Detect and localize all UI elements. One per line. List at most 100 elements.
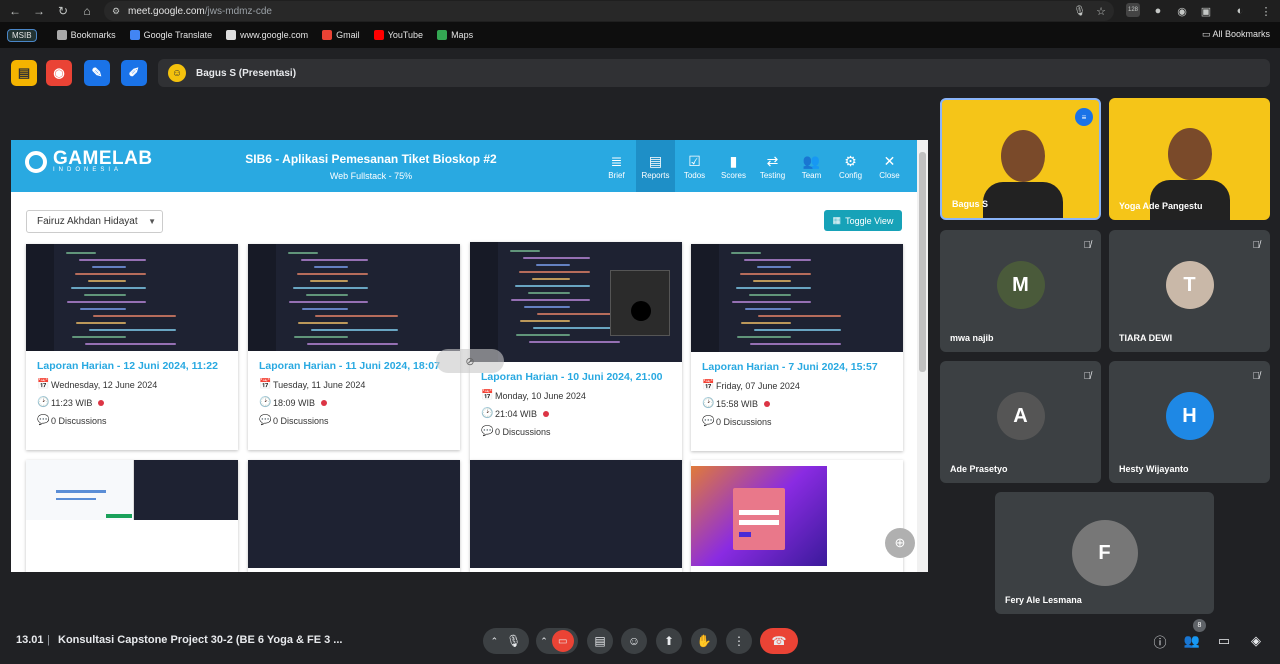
extension-icon[interactable]: ● bbox=[1150, 3, 1166, 19]
record-icon[interactable]: ◉ bbox=[46, 60, 72, 86]
menu-item-todos[interactable]: ☑ Todos bbox=[675, 140, 714, 192]
menu-item-testing[interactable]: ⇄ Testing bbox=[753, 140, 792, 192]
report-card[interactable]: Laporan Harian - 10 Juni 2024, 21:00 📅 Mon… bbox=[470, 242, 682, 461]
zoom-button[interactable]: ⊕ bbox=[885, 528, 915, 558]
reports-icon: ▤ bbox=[648, 152, 663, 169]
profile-chip[interactable]: MSIB bbox=[7, 28, 37, 42]
addon-whiteboard-icon[interactable]: ✐ bbox=[121, 60, 147, 86]
participant-tile[interactable]: ≡ Bagus S bbox=[940, 98, 1101, 220]
hang-up-icon: ☎ bbox=[771, 634, 787, 648]
report-card[interactable] bbox=[26, 460, 238, 572]
bookmark-label: Gmail bbox=[336, 30, 360, 40]
status-dot bbox=[98, 399, 105, 406]
extension-badge[interactable]: 128 bbox=[1126, 3, 1140, 17]
menu-item-team[interactable]: 👥 Team bbox=[792, 140, 831, 192]
site-info-icon[interactable]: ⚙ bbox=[112, 6, 120, 17]
pin-overlay[interactable]: ⊘ bbox=[436, 349, 504, 373]
toggle-view-button[interactable]: ▦ Toggle View bbox=[824, 210, 902, 231]
addon-forms-icon[interactable]: ✎ bbox=[84, 60, 110, 86]
back-icon[interactable]: ← bbox=[6, 2, 24, 20]
report-card[interactable] bbox=[691, 460, 903, 572]
report-card[interactable] bbox=[470, 460, 682, 572]
presenter-bar[interactable]: ☺ Bagus S (Presentasi) bbox=[158, 59, 1270, 87]
meet-top-bar: ▤ ◉ ✎ ✐ ☺ Bagus S (Presentasi) bbox=[0, 48, 1280, 98]
chat-icon[interactable]: ▭ bbox=[1214, 631, 1234, 651]
participant-tile[interactable]: Yoga Ade Pangestu bbox=[1109, 98, 1270, 220]
addon-notes-icon[interactable]: ▤ bbox=[11, 60, 37, 86]
report-title[interactable]: Laporan Harian - 11 Juni 2024, 18:07 bbox=[259, 360, 460, 372]
participant-avatar: T bbox=[1165, 261, 1214, 309]
present-button[interactable]: ⬆ bbox=[656, 628, 682, 654]
student-select[interactable]: Fairuz Akhdan Hidayat ▼ bbox=[26, 210, 163, 233]
forward-icon[interactable]: → bbox=[30, 2, 48, 20]
report-card[interactable]: Laporan Harian - 11 Juni 2024, 18:07 📅 Tue… bbox=[248, 244, 460, 450]
activities-icon[interactable]: ◈ bbox=[1246, 631, 1266, 651]
bookmark-item[interactable]: www.google.com bbox=[226, 30, 308, 40]
browser-menu-icon[interactable]: ⋮ bbox=[1258, 3, 1274, 19]
menu-item-scores[interactable]: ▮ Scores bbox=[714, 140, 753, 192]
report-date: 📅 Tuesday, 11 June 2024 bbox=[259, 379, 460, 390]
bookmark-item[interactable]: Maps bbox=[437, 30, 473, 40]
report-discussions: 💬 0 Discussions bbox=[37, 415, 238, 426]
participant-tile[interactable]: A 🎙̸ Ade Prasetyo bbox=[940, 361, 1101, 483]
chevron-up-icon: ⌃ bbox=[490, 635, 499, 646]
gamelab-logo: GAMELAB INDONESIA bbox=[25, 148, 153, 173]
separator: | bbox=[47, 634, 50, 646]
bookmark-item[interactable]: Gmail bbox=[322, 30, 360, 40]
meeting-info-icon[interactable]: ⓘ bbox=[1150, 631, 1170, 651]
report-date: 📅 Friday, 07 June 2024 bbox=[702, 380, 903, 391]
logo-mark-icon bbox=[25, 150, 47, 173]
menu-item-config[interactable]: ⚙ Config bbox=[831, 140, 870, 192]
report-title[interactable]: Laporan Harian - 10 Juni 2024, 21:00 bbox=[481, 371, 682, 383]
all-bookmarks[interactable]: ▭ All Bookmarks bbox=[1202, 29, 1270, 40]
address-bar[interactable]: ⚙ meet.google.com/jws-mdmz-cde 🎙 ☆ bbox=[104, 1, 1114, 21]
bookmark-star-icon[interactable]: ☆ bbox=[1096, 5, 1106, 18]
report-date: 📅 Wednesday, 12 June 2024 bbox=[37, 379, 238, 390]
home-icon[interactable]: ⌂ bbox=[78, 2, 96, 20]
menu-item-close[interactable]: ✕ Close bbox=[870, 140, 909, 192]
extensions-puzzle-icon[interactable]: ▣ bbox=[1198, 3, 1214, 19]
report-card[interactable]: Laporan Harian - 12 Juni 2024, 11:22 📅 Wed… bbox=[26, 244, 238, 450]
brief-icon: ≣ bbox=[610, 152, 623, 169]
zoom-in-icon: ⊕ bbox=[894, 535, 906, 550]
menu-item-reports[interactable]: ▤ Reports bbox=[636, 140, 675, 192]
logo-text: GAMELAB bbox=[53, 148, 153, 169]
project-subtitle: Web Fullstack - 75% bbox=[329, 171, 413, 181]
report-title[interactable]: Laporan Harian - 7 Juni 2024, 15:57 bbox=[702, 361, 903, 373]
report-title[interactable]: Laporan Harian - 12 Juni 2024, 11:22 bbox=[37, 360, 238, 372]
participant-avatar: H bbox=[1165, 392, 1214, 440]
bookmark-item[interactable]: YouTube bbox=[373, 30, 423, 40]
scrollbar[interactable] bbox=[917, 140, 928, 572]
bookmark-item[interactable]: Bookmarks bbox=[56, 30, 116, 40]
menu-item-brief[interactable]: ≣ Brief bbox=[597, 140, 636, 192]
report-discussions-text: 0 Discussions bbox=[273, 415, 329, 426]
bookmark-item[interactable]: Google Translate bbox=[129, 30, 212, 40]
captions-button[interactable]: ▤ bbox=[587, 628, 613, 654]
people-icon[interactable]: 👥 bbox=[1182, 631, 1202, 651]
bookmark-favicon-icon bbox=[56, 30, 67, 40]
participant-tile[interactable]: M 🎙̸ mwa najib bbox=[940, 230, 1101, 352]
raise-hand-button[interactable]: ✋ bbox=[691, 628, 717, 654]
leave-call-button[interactable]: ☎ bbox=[760, 628, 798, 654]
app-menu: ≣ Brief ▤ Reports ☑ Todos ▮ Scores ⇄ Testing 👥 Team… bbox=[597, 140, 909, 192]
bookmarks-bar: MSIB Bookmarks Google Translate www.google… bbox=[0, 22, 1280, 48]
mic-icon[interactable]: 🎙 bbox=[1073, 6, 1086, 17]
extension-icon-2[interactable]: ◉ bbox=[1174, 3, 1190, 19]
mic-control[interactable]: ⌃ 🎙 bbox=[483, 628, 529, 654]
reactions-button[interactable]: ☺ bbox=[621, 628, 647, 654]
captions-icon: ▤ bbox=[594, 634, 606, 648]
participant-tile[interactable]: H 🎙̸ Hesty Wijayanto bbox=[1109, 361, 1270, 483]
participant-tile[interactable]: F Fery Ale Lesmana bbox=[995, 492, 1214, 614]
camera-control[interactable]: ⌃ ▭ bbox=[536, 628, 578, 654]
report-card[interactable]: Laporan Harian - 7 Juni 2024, 15:57 📅 Frid… bbox=[691, 244, 903, 451]
participant-video-body bbox=[982, 182, 1063, 218]
participant-name: Hesty Wijayanto bbox=[1119, 464, 1189, 474]
more-options-button[interactable]: ⋮ bbox=[726, 628, 752, 654]
reload-icon[interactable]: ↻ bbox=[54, 2, 72, 20]
scrollbar-thumb[interactable] bbox=[919, 152, 926, 372]
profile-avatar-icon[interactable]: ◐ bbox=[1232, 3, 1248, 19]
participant-tile[interactable]: T 🎙̸ TIARA DEWI bbox=[1109, 230, 1270, 352]
report-discussions: 💬 0 Discussions bbox=[702, 416, 903, 427]
report-card[interactable] bbox=[248, 460, 460, 572]
participant-name: Bagus S bbox=[952, 199, 989, 209]
